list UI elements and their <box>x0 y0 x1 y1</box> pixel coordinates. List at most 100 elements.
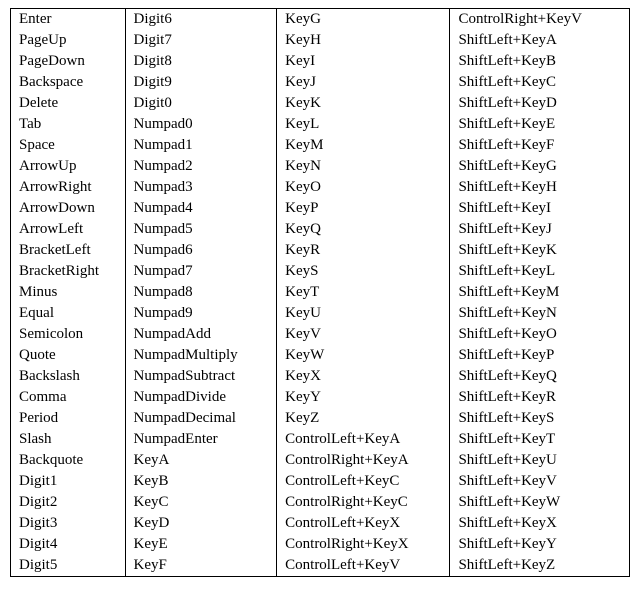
keycode-cell: KeyY <box>277 387 450 408</box>
keycode-cell: ControlRight+KeyC <box>277 492 450 513</box>
keycode-cell: ArrowLeft <box>11 219 126 240</box>
keycode-cell: KeyD <box>125 513 277 534</box>
keycode-cell: ShiftLeft+KeyH <box>450 177 630 198</box>
keycode-cell: NumpadDecimal <box>125 408 277 429</box>
keycode-cell: ShiftLeft+KeyJ <box>450 219 630 240</box>
keycode-cell: Digit5 <box>11 555 126 577</box>
keycode-cell: ControlRight+KeyA <box>277 450 450 471</box>
keycode-cell: Backquote <box>11 450 126 471</box>
keycode-cell: KeyW <box>277 345 450 366</box>
keycode-cell: Numpad8 <box>125 282 277 303</box>
keycode-cell: ShiftLeft+KeyY <box>450 534 630 555</box>
keycode-cell: ArrowRight <box>11 177 126 198</box>
keycode-cell: Minus <box>11 282 126 303</box>
keycode-cell: Backslash <box>11 366 126 387</box>
keycode-cell: Numpad4 <box>125 198 277 219</box>
keycode-cell: Period <box>11 408 126 429</box>
table-row: PeriodNumpadDecimalKeyZShiftLeft+KeyS <box>11 408 630 429</box>
keycode-cell: NumpadDivide <box>125 387 277 408</box>
keycode-cell: BracketLeft <box>11 240 126 261</box>
table-row: QuoteNumpadMultiplyKeyWShiftLeft+KeyP <box>11 345 630 366</box>
keycode-cell: KeyX <box>277 366 450 387</box>
table-row: SlashNumpadEnterControlLeft+KeyAShiftLef… <box>11 429 630 450</box>
keycode-cell: Numpad6 <box>125 240 277 261</box>
keycode-cell: KeyH <box>277 30 450 51</box>
keycode-cell: ShiftLeft+KeyO <box>450 324 630 345</box>
table-row: Digit2KeyCControlRight+KeyCShiftLeft+Key… <box>11 492 630 513</box>
keycode-cell: KeyB <box>125 471 277 492</box>
table-row: TabNumpad0KeyLShiftLeft+KeyE <box>11 114 630 135</box>
keycode-cell: Backspace <box>11 72 126 93</box>
keycode-cell: Digit9 <box>125 72 277 93</box>
keycode-table-page: EnterDigit6KeyGControlRight+KeyVPageUpDi… <box>0 0 640 590</box>
table-row: Digit4KeyEControlRight+KeyXShiftLeft+Key… <box>11 534 630 555</box>
table-row: MinusNumpad8KeyTShiftLeft+KeyM <box>11 282 630 303</box>
keycode-cell: Numpad7 <box>125 261 277 282</box>
keycode-cell: ShiftLeft+KeyZ <box>450 555 630 577</box>
keycode-cell: KeyI <box>277 51 450 72</box>
keycode-cell: Space <box>11 135 126 156</box>
keycode-cell: Digit2 <box>11 492 126 513</box>
keycode-cell: ControlLeft+KeyC <box>277 471 450 492</box>
keycode-cell: KeyM <box>277 135 450 156</box>
keycode-cell: ShiftLeft+KeyP <box>450 345 630 366</box>
table-row: BackslashNumpadSubtractKeyXShiftLeft+Key… <box>11 366 630 387</box>
table-row: ArrowRightNumpad3KeyOShiftLeft+KeyH <box>11 177 630 198</box>
keycode-cell: PageDown <box>11 51 126 72</box>
keycode-cell: ControlLeft+KeyV <box>277 555 450 577</box>
keycode-cell: Semicolon <box>11 324 126 345</box>
keycode-cell: ShiftLeft+KeyQ <box>450 366 630 387</box>
table-row: ArrowUpNumpad2KeyNShiftLeft+KeyG <box>11 156 630 177</box>
keycode-cell: ControlRight+KeyV <box>450 9 630 31</box>
table-row: Digit5KeyFControlLeft+KeyVShiftLeft+KeyZ <box>11 555 630 577</box>
keycode-cell: ShiftLeft+KeyR <box>450 387 630 408</box>
keycode-cell: Digit8 <box>125 51 277 72</box>
keycode-cell: ShiftLeft+KeyS <box>450 408 630 429</box>
keycode-cell: ShiftLeft+KeyF <box>450 135 630 156</box>
keycode-cell: KeyK <box>277 93 450 114</box>
keycode-cell: NumpadMultiply <box>125 345 277 366</box>
keycode-cell: Enter <box>11 9 126 31</box>
keycode-cell: KeyJ <box>277 72 450 93</box>
keycode-cell: ShiftLeft+KeyG <box>450 156 630 177</box>
keycode-cell: Numpad0 <box>125 114 277 135</box>
keycode-cell: KeyT <box>277 282 450 303</box>
keycode-cell: ShiftLeft+KeyB <box>450 51 630 72</box>
table-row: BracketLeftNumpad6KeyRShiftLeft+KeyK <box>11 240 630 261</box>
keycode-cell: KeyU <box>277 303 450 324</box>
keycode-cell: ShiftLeft+KeyA <box>450 30 630 51</box>
keycode-cell: Digit3 <box>11 513 126 534</box>
table-row: ArrowDownNumpad4KeyPShiftLeft+KeyI <box>11 198 630 219</box>
keycode-cell: KeyA <box>125 450 277 471</box>
keycode-cell: ShiftLeft+KeyL <box>450 261 630 282</box>
keycode-cell: ControlLeft+KeyX <box>277 513 450 534</box>
keycode-cell: KeyN <box>277 156 450 177</box>
keycode-cell: Digit4 <box>11 534 126 555</box>
table-row: PageUpDigit7KeyHShiftLeft+KeyA <box>11 30 630 51</box>
keycode-cell: Digit6 <box>125 9 277 31</box>
keycode-cell: Quote <box>11 345 126 366</box>
table-row: BackspaceDigit9KeyJShiftLeft+KeyC <box>11 72 630 93</box>
table-row: CommaNumpadDivideKeyYShiftLeft+KeyR <box>11 387 630 408</box>
keycode-cell: Digit1 <box>11 471 126 492</box>
keycode-cell: ShiftLeft+KeyU <box>450 450 630 471</box>
table-row: Digit1KeyBControlLeft+KeyCShiftLeft+KeyV <box>11 471 630 492</box>
keycode-cell: ShiftLeft+KeyK <box>450 240 630 261</box>
keycode-cell: KeyE <box>125 534 277 555</box>
keycode-cell: KeyL <box>277 114 450 135</box>
keycode-cell: KeyR <box>277 240 450 261</box>
keycode-cell: Digit7 <box>125 30 277 51</box>
keycode-cell: Delete <box>11 93 126 114</box>
table-row: PageDownDigit8KeyIShiftLeft+KeyB <box>11 51 630 72</box>
keycode-cell: ShiftLeft+KeyX <box>450 513 630 534</box>
keycode-cell: ShiftLeft+KeyD <box>450 93 630 114</box>
keycode-cell: KeyP <box>277 198 450 219</box>
table-row: SemicolonNumpadAddKeyVShiftLeft+KeyO <box>11 324 630 345</box>
keycode-cell: ControlLeft+KeyA <box>277 429 450 450</box>
keycode-cell: NumpadAdd <box>125 324 277 345</box>
table-row: EqualNumpad9KeyUShiftLeft+KeyN <box>11 303 630 324</box>
keycode-cell: NumpadEnter <box>125 429 277 450</box>
keycode-cell: ShiftLeft+KeyM <box>450 282 630 303</box>
table-row: SpaceNumpad1KeyMShiftLeft+KeyF <box>11 135 630 156</box>
keycode-cell: ArrowUp <box>11 156 126 177</box>
